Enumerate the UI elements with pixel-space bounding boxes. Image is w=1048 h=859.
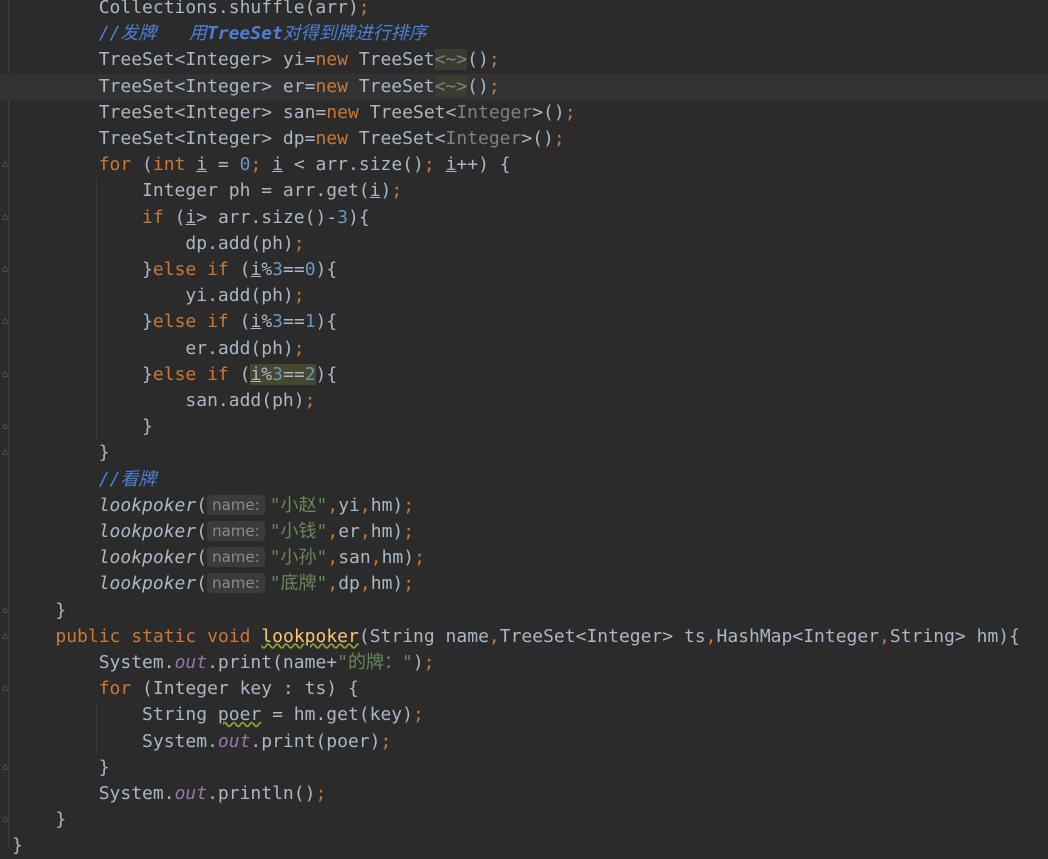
code-line[interactable]: } [0, 440, 1048, 466]
code-line[interactable]: }else if (i%3==1){ [0, 309, 1048, 335]
code-line[interactable]: System.out.print(poer); [0, 729, 1048, 755]
code-line[interactable]: TreeSet<Integer> yi=new TreeSet<~>(); [0, 47, 1048, 73]
code-line[interactable]: }else if (i%3==2){ [0, 362, 1048, 388]
code-line[interactable]: Integer ph = arr.get(i); [0, 178, 1048, 204]
fold-marker-icon[interactable]: ⌂ [2, 369, 10, 379]
code-line[interactable]: lookpoker(name: "小赵",yi,hm); [0, 493, 1048, 519]
code-line[interactable]: }else if (i%3==0){ [0, 257, 1048, 283]
code-line[interactable]: if (i> arr.size()-3){ [0, 205, 1048, 231]
fold-marker-icon[interactable]: ⌂ [2, 448, 10, 458]
code-line[interactable]: System.out.println(); [0, 781, 1048, 807]
parameter-hint: name: [207, 547, 265, 568]
fold-marker-icon[interactable]: ⌂ [2, 605, 10, 615]
parameter-hint: name: [207, 521, 265, 541]
fold-marker-icon[interactable]: ⌂ [2, 684, 10, 694]
indent-guide [96, 178, 97, 441]
code-line[interactable]: TreeSet<Integer> er=new TreeSet<~>(); [0, 73, 1048, 100]
fold-marker-icon[interactable]: ⌂ [2, 160, 10, 170]
parameter-hint: name: [207, 494, 265, 515]
code-line[interactable]: yi.add(ph); [0, 283, 1048, 309]
code-line[interactable]: dp.add(ph); [0, 231, 1048, 257]
code-line[interactable]: for (int i = 0; i < arr.size(); i++) { [0, 152, 1048, 178]
code-line[interactable]: //看牌 [0, 467, 1048, 493]
code-line[interactable]: } [0, 833, 1048, 859]
code-line[interactable]: san.add(ph); [0, 388, 1048, 414]
fold-marker-icon[interactable]: ⌂ [2, 631, 10, 641]
fold-marker-icon[interactable]: ⌂ [2, 815, 10, 825]
parameter-hint: name: [207, 573, 265, 594]
fold-marker-icon[interactable]: ⌂ [2, 762, 10, 772]
code-line[interactable]: } [0, 598, 1048, 624]
fold-marker-icon[interactable]: ⌂ [2, 422, 10, 432]
code-line[interactable]: String poer = hm.get(key); [0, 702, 1048, 728]
code-line[interactable]: //发牌 用TreeSet对得到牌进行排序 [0, 21, 1048, 47]
code-line[interactable]: TreeSet<Integer> san=new TreeSet<Integer… [0, 100, 1048, 126]
code-editor[interactable]: Collections.shuffle(arr); //发牌 用TreeSet对… [0, 0, 1048, 856]
fold-marker-icon[interactable]: ⌂ [2, 265, 10, 275]
code-line[interactable]: } [0, 414, 1048, 440]
code-line[interactable]: lookpoker(name: "小孙",san,hm); [0, 545, 1048, 571]
code-line[interactable]: Collections.shuffle(arr); [0, 0, 1048, 21]
code-line[interactable]: } [0, 755, 1048, 781]
code-line[interactable]: TreeSet<Integer> dp=new TreeSet<Integer>… [0, 126, 1048, 152]
code-line[interactable]: System.out.print(name+"的牌："); [0, 650, 1048, 676]
code-line[interactable]: lookpoker(name: "底牌",dp,hm); [0, 571, 1048, 597]
indent-guide [96, 702, 97, 755]
code-line[interactable]: lookpoker(name: "小钱",er,hm); [0, 519, 1048, 545]
fold-marker-icon[interactable]: ⌂ [2, 212, 10, 222]
code-line[interactable]: public static void lookpoker(String name… [0, 624, 1048, 650]
fold-marker-icon[interactable]: ⌂ [2, 317, 10, 327]
code-line[interactable]: er.add(ph); [0, 336, 1048, 362]
code-line[interactable]: } [0, 807, 1048, 833]
code-line[interactable]: for (Integer key : ts) { [0, 676, 1048, 702]
